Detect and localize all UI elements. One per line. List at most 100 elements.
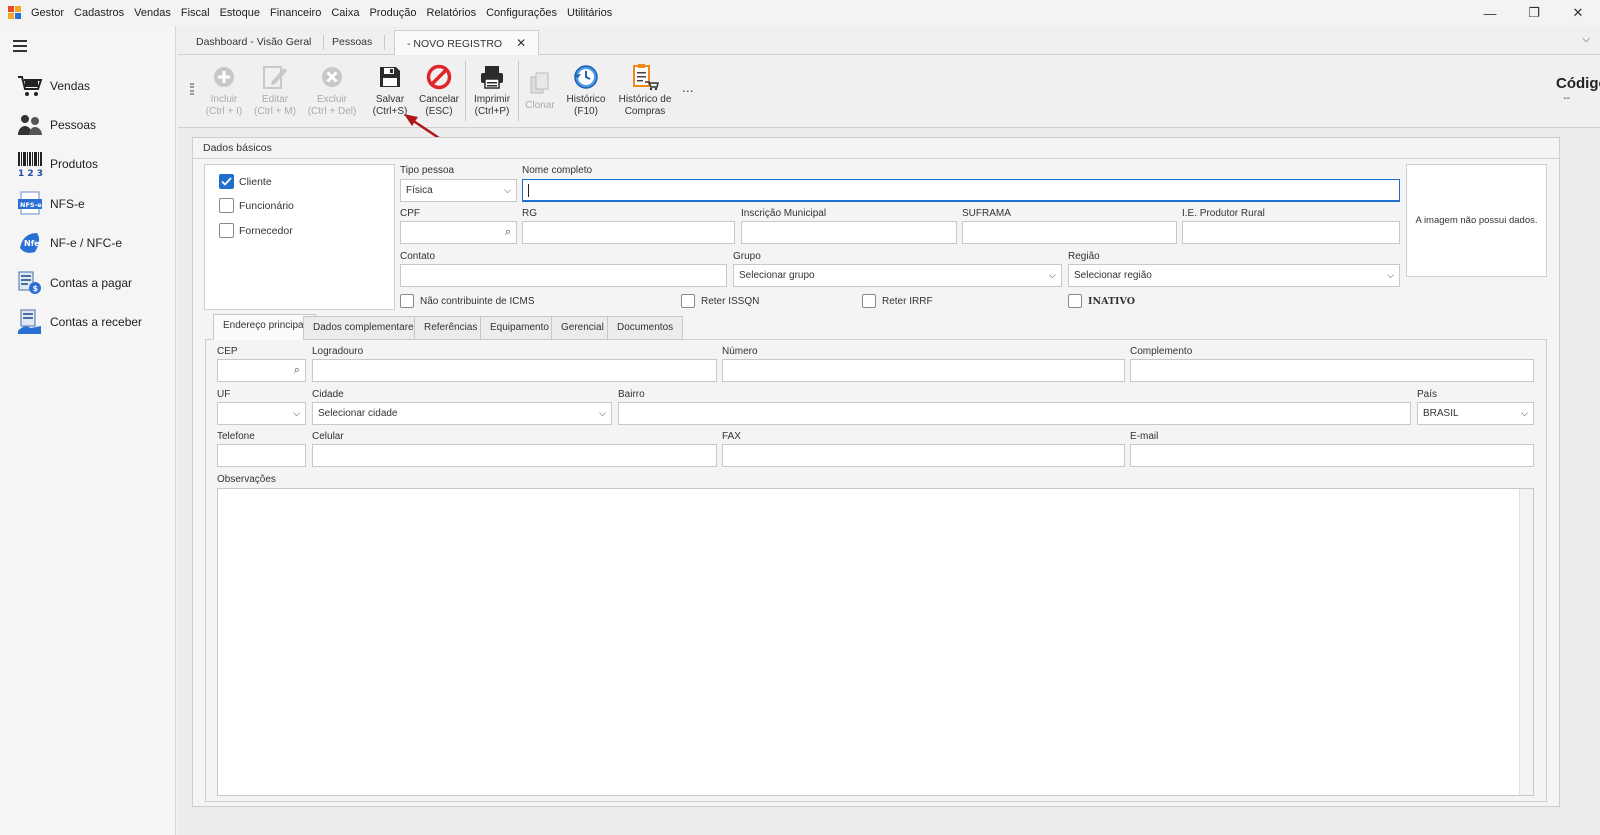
hamburger-menu-icon[interactable] (13, 40, 27, 55)
check-reter-irrf[interactable]: Reter IRRF (862, 294, 933, 308)
sidebar-item-vendas[interactable]: Vendas (16, 70, 90, 102)
clonar-button[interactable]: Clonar (522, 63, 558, 123)
tab-equipamento[interactable]: Equipamento (480, 316, 559, 340)
pais-select[interactable]: BRASIL ⌵ (1417, 402, 1534, 425)
grupo-select[interactable]: Selecionar grupo ⌵ (733, 264, 1062, 287)
checkbox-icon[interactable] (219, 223, 234, 238)
uf-select[interactable]: ⌵ (217, 402, 306, 425)
inscricao-municipal-input[interactable] (741, 221, 957, 244)
close-tab-icon[interactable]: ✕ (516, 36, 526, 50)
menu-estoque[interactable]: Estoque (215, 7, 265, 19)
menu-relatorios[interactable]: Relatórios (422, 7, 482, 19)
sidebar-item-pessoas[interactable]: Pessoas (16, 109, 96, 141)
checkbox-icon[interactable] (219, 198, 234, 213)
menu-caixa[interactable]: Caixa (326, 7, 364, 19)
editar-button[interactable]: Editar (Ctrl + M) (252, 63, 298, 123)
incluir-button[interactable]: Incluir (Ctrl + I) (202, 63, 246, 123)
sidebar-item-nfe[interactable]: Nfe NF-e / NFC-e (16, 227, 122, 259)
telefone-input[interactable] (217, 444, 306, 467)
toolbar-grip-icon[interactable] (190, 83, 194, 95)
menu-cadastros[interactable]: Cadastros (69, 7, 129, 19)
check-nao-contribuinte[interactable]: Não contribuinte de ICMS (400, 294, 535, 308)
tab-endereco-principal[interactable]: Endereço principal (213, 314, 316, 340)
ie-produtor-input[interactable] (1182, 221, 1400, 244)
logradouro-input[interactable] (312, 359, 717, 382)
telefone-label: Telefone (217, 431, 255, 442)
historico-compras-label: Histórico de (618, 94, 672, 105)
chevron-down-icon: ⌵ (1049, 270, 1056, 280)
ie-produtor-label: I.E. Produtor Rural (1182, 208, 1265, 219)
incluir-label: Incluir (210, 94, 238, 105)
fax-input[interactable] (722, 444, 1125, 467)
cpf-input[interactable]: ⌕ (400, 221, 517, 244)
checkbox-icon[interactable] (862, 294, 876, 308)
text-caret (528, 183, 529, 197)
cidade-select[interactable]: Selecionar cidade ⌵ (312, 402, 612, 425)
menu-financeiro[interactable]: Financeiro (265, 7, 326, 19)
observacoes-textarea[interactable] (217, 488, 1534, 796)
check-fornecedor[interactable]: Fornecedor (219, 223, 293, 238)
suframa-input[interactable] (962, 221, 1177, 244)
excluir-button[interactable]: Excluir (Ctrl + Del) (306, 63, 358, 123)
rg-input[interactable] (522, 221, 735, 244)
check-reter-issqn[interactable]: Reter ISSQN (681, 294, 759, 308)
barcode-icon: 1 2 3 (16, 150, 44, 178)
scrollbar[interactable] (1519, 489, 1533, 795)
menu-utilitarios[interactable]: Utilitários (562, 7, 617, 19)
search-icon[interactable]: ⌕ (505, 226, 511, 239)
tab-documentos[interactable]: Documentos (607, 316, 684, 340)
bairro-input[interactable] (618, 402, 1411, 425)
numero-input[interactable] (722, 359, 1125, 382)
menu-gestor[interactable]: Gestor (26, 7, 69, 19)
pais-label: País (1417, 389, 1438, 400)
cep-input[interactable]: ⌕ (217, 359, 306, 382)
photo-box[interactable]: A imagem não possui dados. (1406, 164, 1547, 277)
check-cliente[interactable]: Cliente (219, 174, 272, 189)
restore-button[interactable]: ❐ (1512, 0, 1556, 26)
menu-fiscal[interactable]: Fiscal (176, 7, 215, 19)
tab-dashboard[interactable]: Dashboard - Visão Geral (184, 35, 325, 50)
tabs-dropdown-icon[interactable]: ⌵ (1582, 34, 1590, 45)
regiao-label: Região (1068, 251, 1100, 262)
close-window-button[interactable]: ✕ (1556, 0, 1600, 26)
check-inativo[interactable]: INATIVO (1068, 294, 1135, 308)
app-logo-icon (8, 6, 22, 20)
nome-completo-input[interactable] (522, 179, 1400, 202)
historico-button[interactable]: Histórico (F10) (564, 63, 608, 123)
search-icon[interactable]: ⌕ (294, 364, 300, 377)
tab-gerencial[interactable]: Gerencial (551, 316, 614, 340)
sidebar-item-produtos[interactable]: 1 2 3 Produtos (16, 148, 98, 180)
sidebar-item-label: Pessoas (50, 118, 97, 132)
menu-vendas[interactable]: Vendas (129, 7, 176, 19)
more-options-icon[interactable]: ... (682, 79, 694, 95)
checkbox-icon[interactable] (400, 294, 414, 308)
tab-dados-complementares[interactable]: Dados complementares (303, 316, 429, 340)
tipo-pessoa-select[interactable]: Física ⌵ (400, 179, 517, 202)
sidebar-item-nfse[interactable]: NFS-e NFS-e (16, 188, 85, 220)
receivable-icon (16, 308, 44, 336)
checkbox-icon[interactable] (681, 294, 695, 308)
tab-novo-registro[interactable]: - NOVO REGISTRO ✕ (394, 30, 540, 56)
celular-input[interactable] (312, 444, 717, 467)
regiao-select[interactable]: Selecionar região ⌵ (1068, 264, 1400, 287)
cancel-icon (416, 63, 462, 91)
tab-referencias[interactable]: Referências (414, 316, 488, 340)
payable-icon: $ (16, 269, 44, 297)
imprimir-button[interactable]: Imprimir (Ctrl+P) (470, 63, 514, 123)
toolbar-separator (465, 61, 466, 121)
numero-label: Número (722, 346, 758, 357)
tab-pessoas[interactable]: Pessoas (320, 35, 386, 50)
checkbox-icon[interactable] (1068, 294, 1082, 308)
sidebar-item-contas-pagar[interactable]: $ Contas a pagar (16, 267, 132, 299)
menu-producao[interactable]: Produção (364, 7, 421, 19)
check-funcionario[interactable]: Funcionário (219, 198, 294, 213)
sidebar-item-contas-receber[interactable]: Contas a receber (16, 306, 142, 338)
contato-input[interactable] (400, 264, 727, 287)
complemento-input[interactable] (1130, 359, 1534, 382)
email-input[interactable] (1130, 444, 1534, 467)
menu-configuracoes[interactable]: Configurações (481, 7, 562, 19)
historico-compras-button[interactable]: Histórico de Compras (614, 63, 676, 123)
checkbox-checked-icon[interactable] (219, 174, 234, 189)
minimize-button[interactable]: — (1468, 0, 1512, 26)
uf-label: UF (217, 389, 231, 400)
